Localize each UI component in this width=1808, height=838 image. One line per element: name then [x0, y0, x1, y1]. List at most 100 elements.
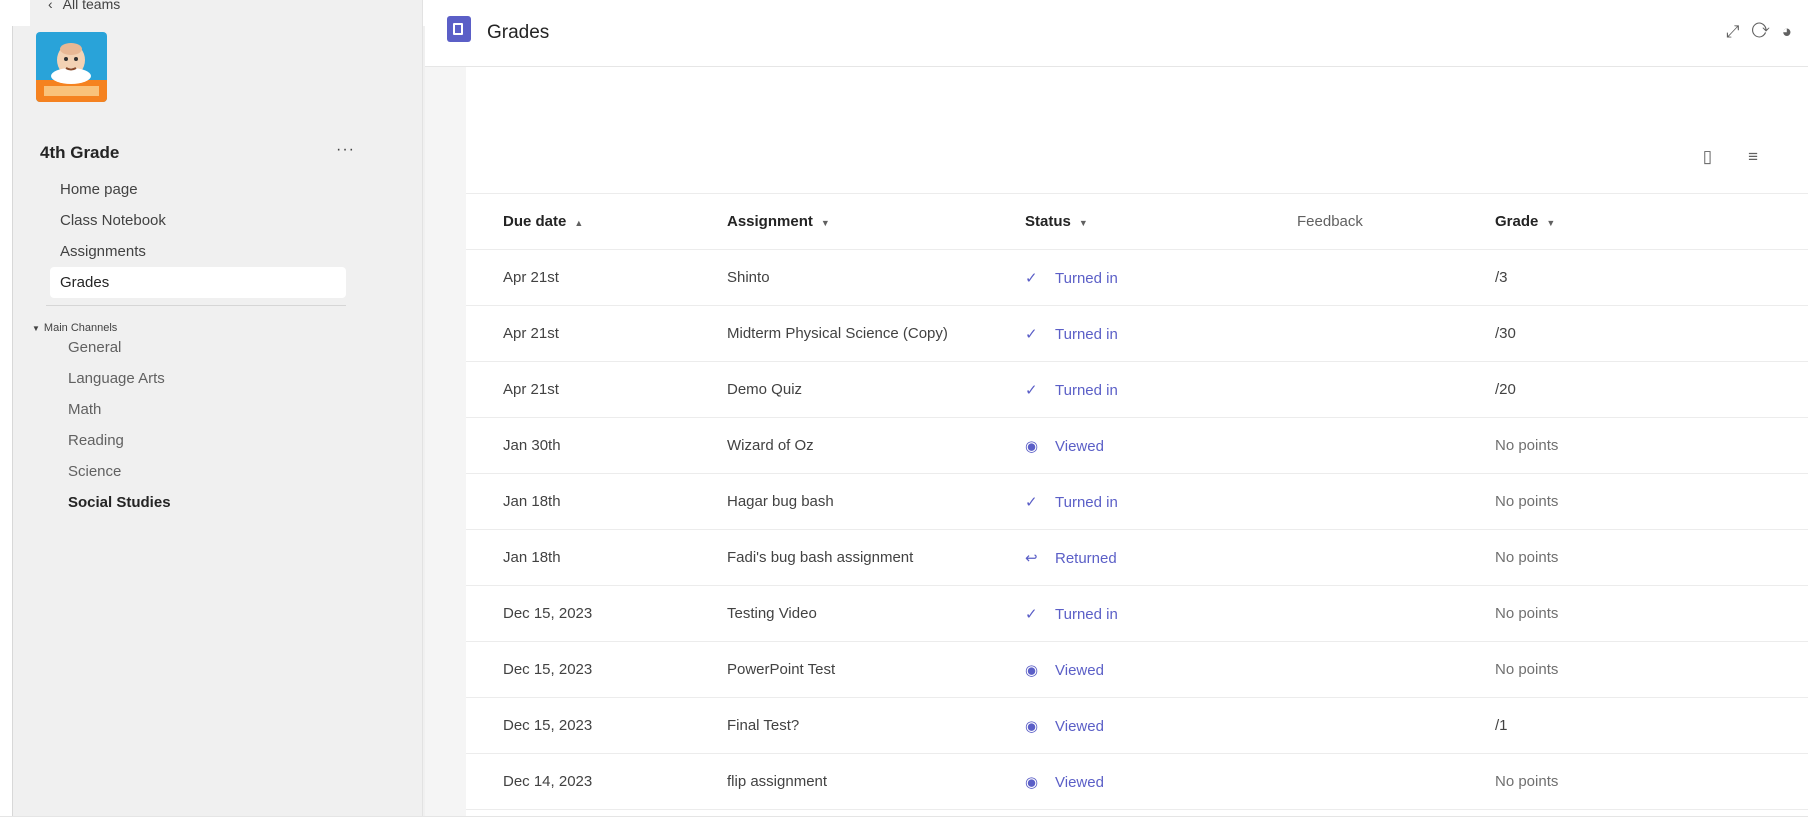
status-cell: ✓ Turned in	[1025, 361, 1297, 418]
status-label: Turned in	[1055, 269, 1118, 287]
status-cell: ↩ Returned	[1025, 529, 1297, 586]
assignment-cell[interactable]: flip assignment	[727, 753, 1025, 810]
due-date-cell: Apr 21st	[466, 305, 727, 362]
sidebar: ‹ All teams 4th Grade ··· Home page Class…	[30, 0, 423, 816]
due-date-cell: Apr 21st	[466, 249, 727, 306]
grades-table: Due date ▲ Assignment ▼ Status ▼ Feedback G…	[466, 193, 1808, 810]
status-cell: ✓ Turned in	[1025, 305, 1297, 362]
channel-science[interactable]: Science	[68, 456, 171, 487]
assignment-cell[interactable]: PowerPoint Test	[727, 641, 1025, 698]
table-row[interactable]: Apr 21st Demo Quiz ✓ Turned in/20	[466, 361, 1808, 418]
eye-icon: ◉	[1025, 717, 1039, 735]
status-cell: ◉ Viewed	[1025, 697, 1297, 754]
check-icon: ✓	[1025, 381, 1038, 399]
nav-grades[interactable]: Grades	[50, 267, 346, 298]
channel-math[interactable]: Math	[68, 394, 171, 425]
grade-cell: /20	[1495, 361, 1808, 418]
sidebar-divider	[46, 305, 346, 306]
sort-menu-icon: ▼	[1078, 218, 1088, 228]
status-label: Viewed	[1055, 773, 1104, 791]
more-options-icon[interactable]: ◕	[1782, 22, 1804, 41]
channel-general[interactable]: General	[68, 332, 171, 363]
status-cell: ◉ Viewed	[1025, 753, 1297, 810]
table-row[interactable]: Dec 15, 2023 PowerPoint Test ◉ Viewed No poi…	[466, 641, 1808, 698]
nav-home-page[interactable]: Home page	[50, 174, 422, 205]
sort-menu-icon: ▼	[820, 218, 830, 228]
refresh-icon[interactable]: ⟳	[1751, 22, 1781, 41]
all-teams-link[interactable]: ‹ All teams	[48, 0, 120, 12]
col-feedback: Feedback	[1297, 193, 1495, 250]
return-arrow-icon: ↩	[1025, 549, 1038, 567]
grade-cell: No points	[1495, 529, 1808, 586]
grades-card: ▯ ≡ Due date ▲ Assignment ▼ Status ▼ Feedbac…	[466, 67, 1808, 816]
feedback-cell	[1297, 697, 1495, 754]
nav-assignments[interactable]: Assignments	[50, 236, 422, 267]
assignment-cell[interactable]: Fadi's bug bash assignment	[727, 529, 1025, 586]
caret-down-icon: ▼	[32, 324, 40, 333]
check-icon: ✓	[1025, 493, 1038, 511]
grade-cell: /1	[1495, 697, 1808, 754]
assignment-cell[interactable]: Testing Video	[727, 585, 1025, 642]
due-date-cell: Dec 15, 2023	[466, 641, 727, 698]
feedback-cell	[1297, 585, 1495, 642]
expand-icon[interactable]: ⤢	[1726, 22, 1752, 41]
app-header: Grades ⤢⟳◕	[425, 0, 1808, 67]
due-date-cell: Dec 15, 2023	[466, 585, 727, 642]
channel-reading[interactable]: Reading	[68, 425, 171, 456]
status-label: Turned in	[1055, 381, 1118, 399]
table-header-row: Due date ▲ Assignment ▼ Status ▼ Feedback G…	[466, 193, 1808, 250]
feedback-cell	[1297, 417, 1495, 474]
feedback-cell	[1297, 473, 1495, 530]
team-nav: Home page Class Notebook Assignments Gra…	[50, 174, 422, 298]
col-grade[interactable]: Grade ▼	[1495, 193, 1808, 250]
status-label: Returned	[1055, 549, 1117, 567]
assignment-cell[interactable]: Final Test?	[727, 697, 1025, 754]
channel-language-arts[interactable]: Language Arts	[68, 363, 171, 394]
main-content: ▯ ≡ Due date ▲ Assignment ▼ Status ▼ Feedbac…	[425, 67, 1808, 816]
grade-cell: No points	[1495, 417, 1808, 474]
col-assignment[interactable]: Assignment ▼	[727, 193, 1025, 250]
table-row[interactable]: Jan 18th Hagar bug bash ✓ Turned in No point…	[466, 473, 1808, 530]
table-row[interactable]: Apr 21st Midterm Physical Science (Copy) ✓…	[466, 305, 1808, 362]
due-date-cell: Dec 14, 2023	[466, 753, 727, 810]
feedback-cell	[1297, 361, 1495, 418]
status-label: Viewed	[1055, 661, 1104, 679]
status-label: Viewed	[1055, 717, 1104, 735]
table-row[interactable]: Dec 15, 2023 Testing Video ✓ Turned in No po…	[466, 585, 1808, 642]
table-row[interactable]: Jan 30th Wizard of Oz ◉ Viewed No points	[466, 417, 1808, 474]
bookmark-icon[interactable]: ▯	[1703, 147, 1712, 166]
table-row[interactable]: Jan 18th Fadi's bug bash assignment ↩ Retur…	[466, 529, 1808, 586]
header-actions: ⤢⟳◕	[1726, 22, 1804, 42]
eye-icon: ◉	[1025, 661, 1039, 679]
assignment-cell[interactable]: Shinto	[727, 249, 1025, 306]
status-cell: ◉ Viewed	[1025, 641, 1297, 698]
feedback-cell	[1297, 249, 1495, 306]
status-label: Turned in	[1055, 605, 1118, 623]
assignment-cell[interactable]: Midterm Physical Science (Copy)	[727, 305, 1025, 362]
col-status[interactable]: Status ▼	[1025, 193, 1297, 250]
grade-cell: /30	[1495, 305, 1808, 362]
due-date-cell: Dec 15, 2023	[466, 697, 727, 754]
status-cell: ✓ Turned in	[1025, 249, 1297, 306]
table-row[interactable]: Dec 14, 2023 flip assignment ◉ Viewed No poi…	[466, 753, 1808, 810]
eye-icon: ◉	[1025, 773, 1039, 791]
team-more-button[interactable]: ···	[336, 141, 355, 159]
table-row[interactable]: Apr 21st Shinto ✓ Turned in/3	[466, 249, 1808, 306]
feedback-cell	[1297, 641, 1495, 698]
table-row[interactable]: Dec 15, 2023 Final Test? ◉ Viewed/1	[466, 697, 1808, 754]
filter-icon[interactable]: ≡	[1748, 147, 1758, 166]
due-date-cell: Jan 18th	[466, 473, 727, 530]
due-date-cell: Jan 30th	[466, 417, 727, 474]
chevron-left-icon: ‹	[48, 0, 53, 12]
grade-cell: No points	[1495, 473, 1808, 530]
col-due-date[interactable]: Due date ▲	[466, 193, 727, 250]
channel-social-studies[interactable]: Social Studies	[68, 487, 171, 518]
feedback-cell	[1297, 529, 1495, 586]
check-icon: ✓	[1025, 605, 1038, 623]
status-label: Viewed	[1055, 437, 1104, 455]
bottom-strip	[0, 816, 1808, 838]
assignment-cell[interactable]: Hagar bug bash	[727, 473, 1025, 530]
nav-class-notebook[interactable]: Class Notebook	[50, 205, 422, 236]
assignment-cell[interactable]: Wizard of Oz	[727, 417, 1025, 474]
assignment-cell[interactable]: Demo Quiz	[727, 361, 1025, 418]
